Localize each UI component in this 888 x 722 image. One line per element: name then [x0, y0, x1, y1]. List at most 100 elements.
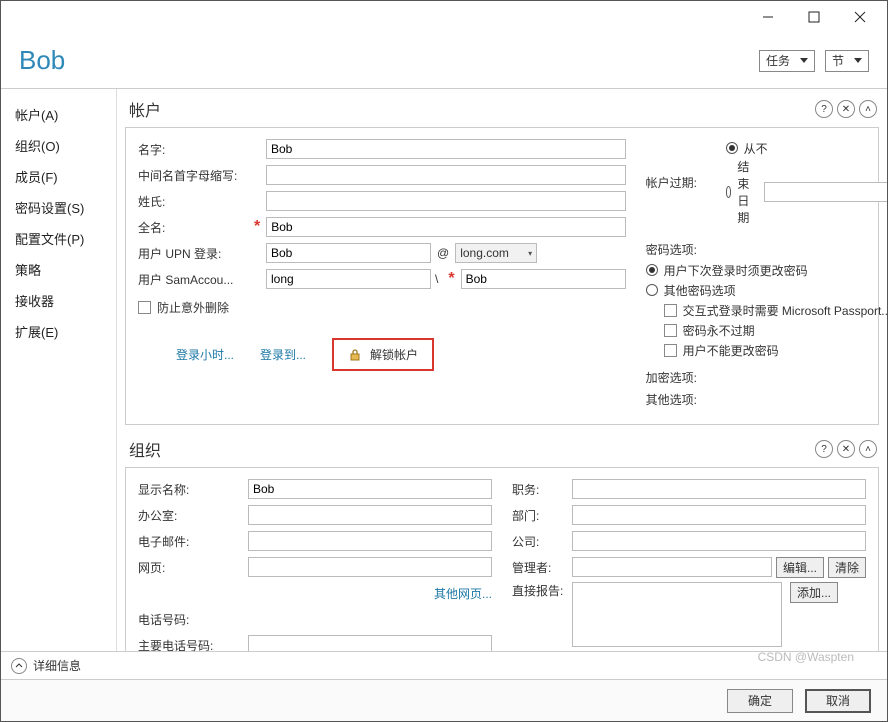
window-title-bar [1, 1, 887, 33]
unlock-label: 解锁帐户 [370, 346, 418, 363]
sidebar-item-organization[interactable]: 组织(O) [1, 130, 116, 161]
dept-input[interactable] [572, 505, 866, 525]
encrypt-label: 加密选项: [646, 369, 697, 386]
protect-delete-checkbox[interactable] [138, 301, 151, 314]
details-label: 详细信息 [33, 657, 81, 674]
header: Bob 任务 节 [1, 33, 887, 89]
chevron-down-icon: ▾ [528, 249, 532, 258]
collapse-section-button[interactable]: ˄ [859, 100, 877, 118]
email-input[interactable] [248, 531, 492, 551]
pwd-change-next-radio[interactable] [646, 264, 658, 276]
at-sign: @ [431, 246, 455, 260]
sections-label: 节 [832, 52, 844, 69]
pwd-other-radio[interactable] [646, 284, 658, 296]
chevron-down-icon [800, 58, 808, 63]
sidebar: 帐户(A) 组织(O) 成员(F) 密码设置(S) 配置文件(P) 策略 接收器… [1, 89, 117, 651]
job-title-input[interactable] [572, 479, 866, 499]
details-bar: 详细信息 [1, 651, 887, 679]
sidebar-item-account[interactable]: 帐户(A) [1, 99, 116, 130]
logon-hours-link[interactable]: 登录小时... [176, 346, 234, 363]
upn-label: 用户 UPN 登录: [138, 245, 248, 262]
display-name-label: 显示名称: [138, 481, 248, 498]
job-title-label: 职务: [512, 481, 572, 498]
office-input[interactable] [248, 505, 492, 525]
add-report-button[interactable]: 添加... [790, 582, 838, 603]
web-input[interactable] [248, 557, 492, 577]
first-name-input[interactable] [266, 139, 626, 159]
page-title: Bob [19, 45, 749, 76]
passport-label: 交互式登录时需要 Microsoft Passport... [683, 302, 887, 319]
direct-reports-list[interactable] [572, 582, 782, 647]
protect-delete-label: 防止意外删除 [157, 299, 229, 316]
ok-button[interactable]: 确定 [727, 689, 793, 713]
email-label: 电子邮件: [138, 533, 248, 550]
lock-icon [348, 348, 362, 362]
passport-checkbox[interactable] [664, 304, 677, 317]
org-section-title: 组织 [127, 437, 815, 461]
never-radio[interactable] [726, 142, 738, 154]
close-button[interactable] [837, 3, 883, 31]
sections-dropdown[interactable]: 节 [825, 50, 869, 72]
clear-manager-button[interactable]: 清除 [828, 557, 866, 578]
display-name-input[interactable] [248, 479, 492, 499]
other-web-link[interactable]: 其他网页... [434, 585, 492, 602]
last-name-input[interactable] [266, 191, 626, 211]
never-expire-checkbox[interactable] [664, 324, 677, 337]
content-area: 帐户 ? ✕ ˄ 名字: [117, 89, 887, 651]
cancel-button[interactable]: 取消 [805, 689, 871, 713]
phone-label: 电话号码: [138, 611, 248, 628]
help-button[interactable]: ? [815, 100, 833, 118]
upn-domain-select[interactable]: long.com ▾ [455, 243, 537, 263]
minimize-button[interactable] [745, 3, 791, 31]
initials-input[interactable] [266, 165, 626, 185]
chevron-down-icon [854, 58, 862, 63]
sam-label: 用户 SamAccou... [138, 271, 248, 288]
collapse-section-button[interactable]: ˄ [859, 440, 877, 458]
last-name-label: 姓氏: [138, 193, 248, 210]
tasks-dropdown[interactable]: 任务 [759, 50, 815, 72]
upn-user-input[interactable] [266, 243, 431, 263]
sidebar-item-profile[interactable]: 配置文件(P) [1, 223, 116, 254]
details-expand-button[interactable] [11, 658, 27, 674]
end-date-input[interactable] [764, 182, 887, 202]
full-name-label: 全名: [138, 219, 248, 236]
first-name-label: 名字: [138, 141, 248, 158]
required-icon: * [248, 218, 266, 236]
sam-domain-input[interactable] [266, 269, 431, 289]
sidebar-item-receiver[interactable]: 接收器 [1, 285, 116, 316]
maximize-button[interactable] [791, 3, 837, 31]
unlock-account-button[interactable]: 解锁帐户 [332, 338, 434, 371]
sidebar-item-members[interactable]: 成员(F) [1, 161, 116, 192]
organization-section: 组织 ? ✕ ˄ 显示名称: [125, 435, 879, 651]
sam-user-input[interactable] [461, 269, 626, 289]
never-expire-label: 密码永不过期 [683, 322, 755, 339]
expire-label: 帐户过期: [646, 174, 726, 191]
sidebar-item-policy[interactable]: 策略 [1, 254, 116, 285]
required-icon: * [442, 270, 460, 288]
cannot-change-checkbox[interactable] [664, 344, 677, 357]
account-section: 帐户 ? ✕ ˄ 名字: [125, 95, 879, 425]
main-phone-input[interactable] [248, 635, 492, 651]
pwd-change-next-label: 用户下次登录时须更改密码 [664, 262, 808, 279]
end-date-radio[interactable] [726, 186, 732, 198]
sidebar-item-password-settings[interactable]: 密码设置(S) [1, 192, 116, 223]
close-section-button[interactable]: ✕ [837, 100, 855, 118]
sidebar-item-extensions[interactable]: 扩展(E) [1, 316, 116, 347]
manager-input[interactable] [572, 557, 772, 577]
close-section-button[interactable]: ✕ [837, 440, 855, 458]
main-phone-label: 主要电话号码: [138, 637, 248, 652]
company-input[interactable] [572, 531, 866, 551]
tasks-label: 任务 [766, 52, 790, 69]
backslash: \ [431, 272, 442, 286]
logon-to-link[interactable]: 登录到... [260, 346, 306, 363]
help-button[interactable]: ? [815, 440, 833, 458]
company-label: 公司: [512, 533, 572, 550]
initials-label: 中间名首字母缩写: [138, 167, 248, 184]
other-options-label: 其他选项: [646, 391, 697, 408]
full-name-input[interactable] [266, 217, 625, 237]
direct-reports-label: 直接报告: [512, 582, 572, 599]
pwd-other-label: 其他密码选项 [664, 282, 736, 299]
upn-domain-value: long.com [460, 246, 509, 260]
end-date-label: 结束日期 [737, 158, 755, 226]
edit-manager-button[interactable]: 编辑... [776, 557, 824, 578]
